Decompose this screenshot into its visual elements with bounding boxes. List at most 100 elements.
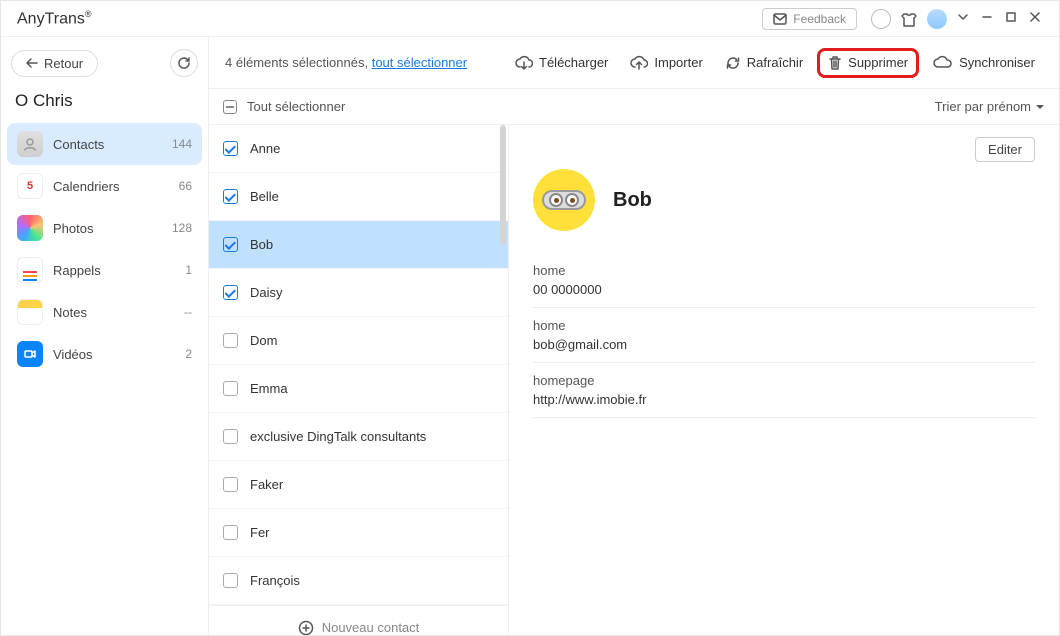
contact-name: Bob [613,189,652,212]
cloud-sync-icon [933,55,953,71]
contact-checkbox[interactable] [223,381,238,396]
window-close-icon[interactable] [1023,11,1047,26]
contact-checkbox[interactable] [223,333,238,348]
shirt-icon[interactable] [899,9,919,29]
field-value: bob@gmail.com [533,337,1035,352]
sidebar-item-label: Notes [53,305,87,320]
sidebar-item-label: Photos [53,221,93,236]
window-minimize-icon[interactable] [975,11,999,26]
sidebar-item-count: -- [184,305,192,319]
chevron-down-icon[interactable] [951,11,975,26]
refresh-label: Rafraîchir [747,55,803,70]
field-value: 00 0000000 [533,282,1035,297]
contact-checkbox[interactable] [223,285,238,300]
contact-row[interactable]: Anne [209,125,508,173]
contact-row[interactable]: exclusive DingTalk consultants [209,413,508,461]
sidebar-item-count: 2 [185,347,192,361]
sidebar-item-contacts[interactable]: Contacts 144 [7,123,202,165]
contact-field: homebob@gmail.com [533,308,1035,363]
sidebar-item-count: 128 [172,221,192,235]
scrollbar-thumb[interactable] [500,125,506,245]
select-all-checkbox[interactable] [223,100,237,114]
contact-checkbox[interactable] [223,237,238,252]
contact-row[interactable]: Daisy [209,269,508,317]
contact-checkbox[interactable] [223,429,238,444]
contact-row[interactable]: Fer [209,509,508,557]
contact-row-name: Fer [250,525,270,540]
contact-avatar [533,169,595,231]
import-label: Importer [654,55,702,70]
notes-icon [17,299,43,325]
contact-row-name: Bob [250,237,273,252]
contact-checkbox[interactable] [223,477,238,492]
contact-row[interactable]: Bob [209,221,508,269]
new-contact-button[interactable]: Nouveau contact [209,605,508,635]
field-value: http://www.imobie.fr [533,392,1035,407]
cloud-upload-icon [630,55,648,71]
cloud-download-icon [515,55,533,71]
delete-button[interactable]: Supprimer [828,55,908,71]
delete-label: Supprimer [848,55,908,70]
import-button[interactable]: Importer [622,51,710,75]
contact-row-name: Dom [250,333,277,348]
list-subheader: Tout sélectionner Trier par prénom [209,89,1059,125]
contact-row-name: Emma [250,381,288,396]
field-label: homepage [533,373,1035,388]
window-maximize-icon[interactable] [999,11,1023,26]
sidebar-item-photos[interactable]: Photos 128 [7,207,202,249]
select-all-link[interactable]: tout sélectionner [372,55,467,70]
selection-count-text: 4 éléments sélectionnés, tout sélectionn… [225,55,467,70]
sidebar-item-count: 66 [179,179,192,193]
contact-checkbox[interactable] [223,141,238,156]
user-avatar[interactable] [927,9,947,29]
feedback-label: Feedback [793,12,846,26]
contact-row-name: Faker [250,477,283,492]
calendar-icon: 5 [17,173,43,199]
delete-highlight-box: Supprimer [817,48,919,78]
sort-dropdown[interactable]: Trier par prénom [935,99,1045,114]
globe-icon[interactable] [871,9,891,29]
sync-button[interactable]: Synchroniser [925,51,1043,75]
sidebar-item-label: Calendriers [53,179,119,194]
sidebar-item-videos[interactable]: Vidéos 2 [7,333,202,375]
videos-icon [17,341,43,367]
contact-row[interactable]: Faker [209,461,508,509]
sidebar-item-label: Vidéos [53,347,93,362]
sidebar-item-calendriers[interactable]: 5 Calendriers 66 [7,165,202,207]
sidebar-item-label: Rappels [53,263,101,278]
refresh-small-button[interactable] [170,49,198,77]
sidebar-item-count: 1 [185,263,192,277]
contact-list: Anne Belle Bob Daisy Dom Emma exclusive DingTa… [209,125,509,635]
back-button[interactable]: Retour [11,50,98,77]
sidebar-item-label: Contacts [53,137,104,152]
refresh-icon [177,56,191,70]
sidebar-item-rappels[interactable]: Rappels 1 [7,249,202,291]
sidebar-list: Contacts 144 5 Calendriers 66 Photos 128… [1,123,208,375]
account-name: O Chris [1,89,208,123]
mail-icon [773,13,787,25]
select-all-label: Tout sélectionner [247,99,345,114]
contact-row[interactable]: Belle [209,173,508,221]
feedback-button[interactable]: Feedback [762,8,857,30]
contact-row-name: exclusive DingTalk consultants [250,429,426,444]
contact-row-name: Anne [250,141,280,156]
plus-circle-icon [298,620,314,636]
arrow-left-icon [26,58,38,68]
contact-detail-pane: Editer Bob home00 0000000homebob@gmail.c… [509,125,1059,635]
contact-checkbox[interactable] [223,525,238,540]
contact-checkbox[interactable] [223,189,238,204]
sidebar-item-notes[interactable]: Notes -- [7,291,202,333]
sync-label: Synchroniser [959,55,1035,70]
trash-icon [828,55,842,71]
contact-field: homepage http://www.imobie.fr [533,363,1035,418]
edit-button[interactable]: Editer [975,137,1035,162]
app-title: AnyTrans® [17,9,92,28]
download-button[interactable]: Télécharger [507,51,616,75]
contact-checkbox[interactable] [223,573,238,588]
contact-row[interactable]: Emma [209,365,508,413]
refresh-button[interactable]: Rafraîchir [717,51,811,75]
reminders-icon [17,257,43,283]
sort-label: Trier par prénom [935,99,1031,114]
contact-row[interactable]: François [209,557,508,605]
contact-row[interactable]: Dom [209,317,508,365]
